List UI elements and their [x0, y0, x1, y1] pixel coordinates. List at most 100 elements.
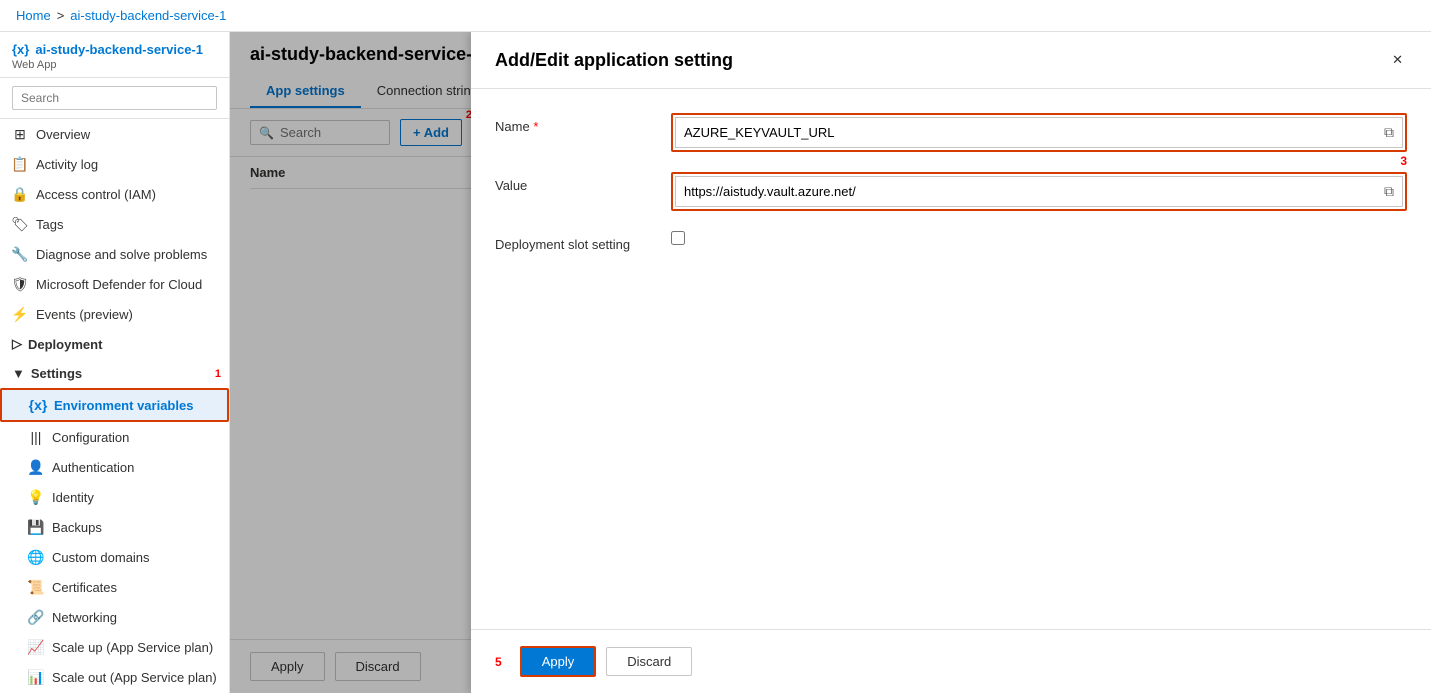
breadcrumb-home[interactable]: Home: [16, 8, 51, 23]
sidebar-search-area: [0, 78, 229, 119]
name-input[interactable]: [676, 119, 1376, 146]
sidebar-nav: ⊞ Overview 📋 Activity log 🔒 Access contr…: [0, 119, 229, 693]
deployment-slot-field: [671, 231, 1407, 245]
sidebar-item-deployment[interactable]: ▷ Deployment: [0, 329, 229, 359]
networking-icon: 🔗: [28, 609, 44, 625]
deployment-slot-checkbox[interactable]: [671, 231, 685, 245]
name-copy-button[interactable]: ⧉: [1376, 118, 1402, 147]
modal-discard-button[interactable]: Discard: [606, 647, 692, 676]
name-input-wrapper: ⧉: [675, 117, 1403, 148]
sidebar-item-label: Custom domains: [52, 550, 150, 565]
sidebar-item-configuration[interactable]: ||| Configuration: [0, 422, 229, 452]
sidebar-item-env-variables[interactable]: {x} Environment variables: [0, 388, 229, 422]
deployment-slot-label: Deployment slot setting: [495, 231, 655, 252]
name-field: ⧉: [671, 113, 1407, 152]
access-control-icon: 🔒: [12, 186, 28, 202]
sidebar-item-certificates[interactable]: 📜 Certificates: [0, 572, 229, 602]
sidebar-item-label: Scale up (App Service plan): [52, 640, 213, 655]
sidebar-item-activity-log[interactable]: 📋 Activity log: [0, 149, 229, 179]
modal-title: Add/Edit application setting: [495, 50, 733, 71]
sidebar-item-label: Events (preview): [36, 307, 133, 322]
collapse-icon: ▼: [12, 366, 25, 381]
deployment-slot-checkbox-row: [671, 231, 1407, 245]
sidebar-item-scale-out[interactable]: 📊 Scale out (App Service plan): [0, 662, 229, 692]
modal-header: Add/Edit application setting ✕: [471, 32, 1431, 89]
value-copy-button[interactable]: ⧉: [1376, 177, 1402, 206]
sidebar-item-scale-up[interactable]: 📈 Scale up (App Service plan): [0, 632, 229, 662]
sidebar-item-label: Overview: [36, 127, 90, 142]
sidebar-item-networking[interactable]: 🔗 Networking: [0, 602, 229, 632]
overview-icon: ⊞: [12, 126, 28, 142]
sidebar-item-access-control[interactable]: 🔒 Access control (IAM): [0, 179, 229, 209]
sidebar-item-label: Tags: [36, 217, 63, 232]
modal-apply-button[interactable]: Apply: [520, 646, 597, 677]
diagnose-icon: 🔧: [12, 246, 28, 262]
name-input-group: ⧉: [671, 113, 1407, 152]
main-content: ai-study-backend-service-1 | Environment…: [230, 32, 1431, 693]
breadcrumb-resource[interactable]: ai-study-backend-service-1: [70, 8, 226, 23]
sidebar-item-defender[interactable]: 🛡 Microsoft Defender for Cloud: [0, 269, 229, 299]
sidebar-item-label: Backups: [52, 520, 102, 535]
sidebar-item-settings[interactable]: ▼ Settings 1: [0, 359, 229, 388]
resource-icon: {x}: [12, 42, 29, 57]
identity-icon: 💡: [28, 489, 44, 505]
sidebar-item-diagnose[interactable]: 🔧 Diagnose and solve problems: [0, 239, 229, 269]
events-icon: ⚡: [12, 306, 28, 322]
value-input[interactable]: [676, 178, 1376, 205]
value-field-row: Value ⧉ 3: [495, 172, 1407, 211]
sidebar-item-authentication[interactable]: 👤 Authentication: [0, 452, 229, 482]
settings-step-badge: 1: [215, 368, 221, 380]
modal-close-button[interactable]: ✕: [1388, 48, 1407, 72]
deployment-slot-row: Deployment slot setting: [495, 231, 1407, 252]
sidebar-item-backups[interactable]: 💾 Backups: [0, 512, 229, 542]
authentication-icon: 👤: [28, 459, 44, 475]
sidebar-item-label: Scale out (App Service plan): [52, 670, 217, 685]
modal-body: Name * ⧉: [471, 89, 1431, 629]
modal-panel: Add/Edit application setting ✕ Name *: [471, 32, 1431, 693]
modal-apply-step-badge: 5: [495, 655, 502, 669]
sidebar-item-label: Certificates: [52, 580, 117, 595]
defender-icon: 🛡: [12, 276, 28, 292]
sidebar-search-input[interactable]: [12, 86, 217, 110]
required-indicator: *: [533, 119, 538, 134]
configuration-icon: |||: [28, 429, 44, 445]
sidebar-item-label: Settings: [31, 366, 82, 381]
modal-step-badge: 3: [1400, 154, 1407, 168]
value-label: Value: [495, 172, 655, 193]
certificates-icon: 📜: [28, 579, 44, 595]
sidebar-item-identity[interactable]: 💡 Identity: [0, 482, 229, 512]
sidebar-item-label: Microsoft Defender for Cloud: [36, 277, 202, 292]
env-variables-icon: {x}: [30, 397, 46, 413]
sidebar-item-label: Access control (IAM): [36, 187, 156, 202]
sidebar-item-custom-domains[interactable]: 🌐 Custom domains: [0, 542, 229, 572]
scale-up-icon: 📈: [28, 639, 44, 655]
sidebar-item-label: Activity log: [36, 157, 98, 172]
value-field: ⧉ 3: [671, 172, 1407, 211]
modal-overlay: Add/Edit application setting ✕ Name *: [230, 32, 1431, 693]
sidebar-header: {x} ai-study-backend-service-1 Web App: [0, 32, 229, 78]
sidebar-item-tags[interactable]: 🏷 Tags: [0, 209, 229, 239]
breadcrumb-sep: >: [57, 8, 65, 23]
sidebar-item-label: Deployment: [28, 337, 102, 352]
close-icon: ✕: [1392, 52, 1403, 68]
sidebar-item-label: Diagnose and solve problems: [36, 247, 207, 262]
name-label: Name *: [495, 113, 655, 134]
sidebar-item-label: Authentication: [52, 460, 134, 475]
name-field-row: Name * ⧉: [495, 113, 1407, 152]
custom-domains-icon: 🌐: [28, 549, 44, 565]
breadcrumb: Home > ai-study-backend-service-1: [0, 0, 1431, 32]
value-input-wrapper: ⧉: [675, 176, 1403, 207]
activity-log-icon: 📋: [12, 156, 28, 172]
expand-icon: ▷: [12, 336, 22, 352]
sidebar-item-label: Configuration: [52, 430, 129, 445]
sidebar-item-overview[interactable]: ⊞ Overview: [0, 119, 229, 149]
scale-out-icon: 📊: [28, 669, 44, 685]
resource-type: Web App: [12, 59, 217, 71]
sidebar: {x} ai-study-backend-service-1 Web App ⊞…: [0, 32, 230, 693]
sidebar-item-events[interactable]: ⚡ Events (preview): [0, 299, 229, 329]
sidebar-item-label: Environment variables: [54, 398, 193, 413]
tags-icon: 🏷: [12, 216, 28, 232]
sidebar-item-label: Identity: [52, 490, 94, 505]
modal-footer: 5 Apply Discard: [471, 629, 1431, 693]
backups-icon: 💾: [28, 519, 44, 535]
